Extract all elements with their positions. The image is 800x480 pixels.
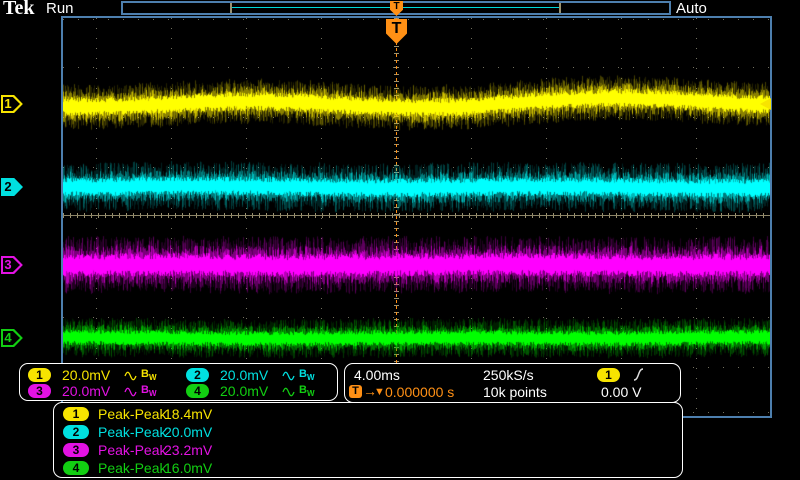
channel-3-scale: 20.0mV	[62, 383, 111, 399]
trigger-t-icon: T	[349, 385, 362, 398]
channel-3-bandwidth-icon: BW	[141, 384, 157, 399]
channel-2-badge: 2	[186, 368, 209, 382]
channel-4-ac-coupling-icon	[282, 387, 295, 397]
acquisition-status: Run	[46, 0, 74, 17]
channel-2-marker: 2	[1, 178, 23, 196]
trigger-level-value: 0.00 V	[601, 384, 642, 400]
measurement-4-type: Peak-Peak	[98, 460, 167, 476]
channel-4-badge: 4	[186, 384, 209, 398]
rising-edge-slope-icon	[633, 368, 644, 381]
measurement-3-badge: 3	[63, 443, 89, 457]
channel-1-marker-label: 1	[4, 96, 12, 111]
channel-4-marker: 4	[1, 329, 23, 347]
measurement-1-type: Peak-Peak	[98, 406, 167, 422]
record-window-left-bracket-icon	[230, 3, 232, 13]
record-length: 10k points	[483, 384, 547, 400]
channel-1-bandwidth-icon: BW	[141, 368, 157, 383]
channel-4-bandwidth-icon: BW	[299, 384, 315, 399]
channel-1-scale: 20.0mV	[62, 367, 111, 383]
measurement-3-value: 23.2mV	[164, 442, 213, 458]
channel-1-ac-coupling-icon	[124, 371, 137, 381]
measurement-2-badge: 2	[63, 425, 89, 439]
channel-2-bandwidth-icon: BW	[299, 368, 315, 383]
channel-4-marker-label: 4	[4, 330, 12, 345]
channel-4-scale: 20.0mV	[220, 383, 269, 399]
measurement-1-value: 18.4mV	[164, 406, 213, 422]
channel-3-ac-coupling-icon	[124, 387, 137, 397]
measurement-1-badge: 1	[63, 407, 89, 421]
sample-rate: 250kS/s	[483, 367, 534, 383]
waveform-canvas	[63, 18, 770, 416]
channel-2-scale: 20.0mV	[220, 367, 269, 383]
measurement-2-value: 20.0mV	[164, 424, 213, 440]
measurement-3-type: Peak-Peak	[98, 442, 167, 458]
trigger-level-arrow-icon	[760, 98, 771, 110]
tek-logo: Tek	[3, 0, 35, 19]
channel-1-badge: 1	[28, 368, 51, 382]
trigger-marker-icon: ▼	[374, 386, 385, 398]
channel-1-marker: 1	[1, 95, 23, 113]
record-window-right-bracket-icon	[559, 3, 561, 13]
measurement-2-type: Peak-Peak	[98, 424, 167, 440]
channel-3-badge: 3	[28, 384, 51, 398]
channel-2-marker-label: 2	[4, 179, 12, 194]
oscilloscope-display: Tek Run T Auto T 1 2 3 4 1 20.0mV BW 2 2…	[0, 0, 800, 480]
channel-3-marker: 3	[1, 256, 23, 274]
horizontal-trigger-readout-box: 4.00ms 250kS/s 1 T → ▼ 0.000000 s 10k po…	[344, 363, 681, 403]
measurement-box: 1 Peak-Peak 18.4mV 2 Peak-Peak 20.0mV 3 …	[53, 402, 683, 478]
graticule-area	[61, 16, 772, 418]
channel-3-marker-label: 3	[4, 257, 12, 272]
trigger-source-badge: 1	[597, 368, 620, 382]
horizontal-scale: 4.00ms	[354, 367, 400, 383]
measurement-4-badge: 4	[63, 461, 89, 475]
measurement-4-value: 16.0mV	[164, 460, 213, 476]
channel-readout-box: 1 20.0mV BW 2 20.0mV BW 3 20.0mV BW 4 20…	[19, 363, 338, 401]
channel-2-ac-coupling-icon	[282, 371, 295, 381]
trigger-mode-label: Auto	[676, 0, 707, 17]
trigger-position-value: 0.000000 s	[385, 384, 455, 400]
